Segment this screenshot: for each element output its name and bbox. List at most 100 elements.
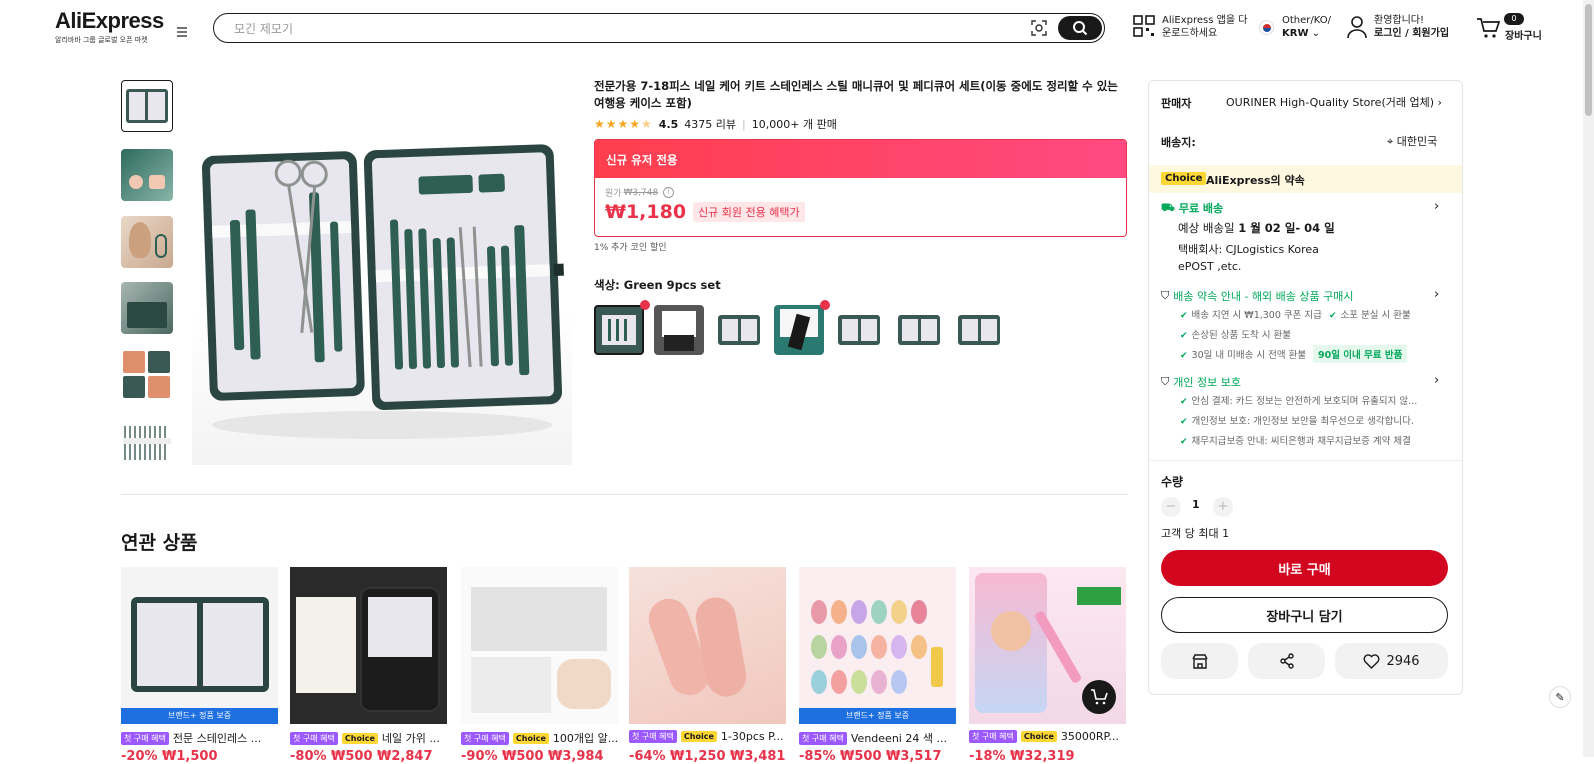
section-divider <box>121 494 1128 495</box>
color-swatch-5[interactable] <box>834 305 884 355</box>
region-currency-selector[interactable]: Other/KO/ KRW ⌄ <box>1282 14 1331 40</box>
related-card-4-image[interactable] <box>629 567 786 724</box>
chevron-right-icon[interactable]: › <box>1434 199 1439 214</box>
related-card-3-image[interactable] <box>461 567 618 724</box>
privacy-row[interactable]: ⛉ 개인 정보 보호 <box>1161 374 1241 390</box>
store-button[interactable] <box>1161 643 1238 679</box>
related-card-6-title[interactable]: 첫 구매 혜택 Choice 35000RP... <box>969 730 1119 743</box>
add-to-cart-button[interactable]: 장바구니 담기 <box>1161 597 1448 633</box>
quantity-limit: 고객 당 최대 1 <box>1161 527 1230 540</box>
cart-label[interactable]: 장바구니 <box>1505 27 1542 42</box>
wishlist-button[interactable]: 2946 <box>1335 643 1448 679</box>
color-swatch-4[interactable] <box>774 305 824 355</box>
shield-check-icon: ⛉ <box>1161 375 1170 388</box>
guide-item-4: ✔ 30일 내 미배송 시 전액 환불 <box>1180 350 1307 361</box>
info-icon[interactable]: i <box>663 187 675 198</box>
chevron-down-icon: ⌄ <box>1311 28 1321 39</box>
share-button[interactable] <box>1248 643 1325 679</box>
color-swatch-7[interactable] <box>954 305 1004 355</box>
related-card-2-image[interactable] <box>290 567 447 724</box>
related-card-3-title[interactable]: 첫 구매 혜택 Choice 100개입 알... <box>461 730 618 746</box>
panel-divider <box>1149 460 1462 461</box>
share-icon <box>1279 653 1294 669</box>
hot-icon <box>640 300 650 310</box>
location-pin-icon: ⌖ <box>1387 135 1394 148</box>
user-icon[interactable] <box>1346 15 1368 43</box>
quantity-value[interactable]: 1 <box>1192 498 1200 511</box>
free-return-badge: 90일 이내 무료 반품 <box>1313 345 1408 363</box>
truck-icon: ⛟ <box>1161 200 1175 214</box>
heart-icon <box>1363 653 1380 669</box>
review-count[interactable]: 4375 리뷰 <box>684 116 736 132</box>
color-swatch-2[interactable] <box>654 305 704 355</box>
brand-badge: 브랜드+ 정품 보증 <box>121 708 278 724</box>
related-card-1-title[interactable]: 첫 구매 혜택 전문 스테인레스 ... <box>121 730 261 746</box>
search-icon <box>1073 21 1088 36</box>
deal-banner: 신규 유저 전용 <box>595 140 1126 178</box>
seller-name[interactable]: OURINER High-Quality Store(거래 업체) › <box>1226 94 1442 110</box>
promise-title: AliExpress의 약속 <box>1206 174 1305 187</box>
cart-icon[interactable] <box>1476 17 1501 43</box>
related-products-title: 연관 상품 <box>121 532 198 554</box>
search-bar[interactable]: 모긴 제모기 <box>213 13 1105 43</box>
main-product-image[interactable] <box>192 80 572 465</box>
color-swatch-1[interactable] <box>594 305 644 355</box>
brand-badge: 브랜드+ 정품 보증 <box>799 708 956 724</box>
original-price: ₩3,748 <box>623 187 659 198</box>
app-download-qr-icon[interactable] <box>1133 15 1155 41</box>
new-user-deal-box: 신규 유저 전용 원가 ₩3,748 i ₩1,180 신규 회원 전용 혜택가 <box>594 139 1127 237</box>
chevron-right-icon[interactable]: › <box>1434 287 1439 302</box>
sold-count: 10,000+ 개 판매 <box>751 118 837 131</box>
thumbnail-1[interactable] <box>121 80 173 132</box>
related-card-4-title[interactable]: 첫 구매 혜택 Choice 1-30pcs P... <box>629 730 784 743</box>
thumbnail-5[interactable] <box>121 349 173 401</box>
rating-value: 4.5 <box>658 117 679 131</box>
buy-now-button[interactable]: 바로 구매 <box>1161 550 1448 586</box>
add-to-cart-icon[interactable] <box>1082 680 1116 714</box>
thumbnail-6[interactable] <box>121 416 173 468</box>
search-input[interactable]: 모긴 제모기 <box>234 20 293 37</box>
privacy-item-2: ✔ 개인정보 보호: 개인정보 보안을 최우선으로 생각합니다. <box>1180 416 1414 427</box>
thumbnail-4[interactable] <box>121 282 173 334</box>
shipping-guide-row[interactable]: ⛉ 배송 약속 안내 - 해외 배송 상품 구매시 <box>1161 288 1354 304</box>
quantity-decrease-button[interactable]: − <box>1161 497 1181 517</box>
thumbnail-2[interactable] <box>121 149 173 201</box>
seller-label: 판매자 <box>1161 97 1192 110</box>
edit-pencil-icon[interactable]: ✎ <box>1549 686 1571 708</box>
thumbnail-3[interactable] <box>121 216 173 268</box>
cart-count-badge: 0 <box>1504 13 1524 25</box>
guide-item-1: ✔ 배송 지연 시 ₩1,300 쿠폰 지급 <box>1180 310 1322 321</box>
related-card-5-title[interactable]: 첫 구매 혜택 Vendeeni 24 색 ... <box>799 730 947 746</box>
color-swatch-6[interactable] <box>894 305 944 355</box>
account-login[interactable]: 환영합니다! 로그인 / 회원가입 <box>1374 14 1449 40</box>
aliexpress-logo[interactable]: AliExpress 알리바바 그룹 글로벌 오픈 마켓 <box>55 10 164 45</box>
search-button[interactable] <box>1058 16 1102 40</box>
app-download-link[interactable]: AliExpress 앱을 다 운로드하세요 <box>1162 14 1247 40</box>
original-price-label: 원가 <box>605 189 622 199</box>
menu-icon[interactable] <box>172 22 192 42</box>
new-member-badge: 신규 회원 전용 혜택가 <box>693 202 805 222</box>
sale-price: ₩1,180 <box>605 201 687 223</box>
color-label: 색상: Green 9pcs set <box>594 278 721 292</box>
logo-text: AliExpress <box>55 8 164 33</box>
guide-item-2: ✔ 소포 분실 시 환불 <box>1329 310 1411 321</box>
privacy-item-1: ✔ 안심 결제: 카드 정보는 안전하게 보호되며 유출되지 않... <box>1180 396 1418 407</box>
product-title: 전문가용 7-18피스 네일 케어 키트 스테인레스 스틸 매니큐어 및 페디큐… <box>594 79 1118 110</box>
hot-icon <box>820 300 830 310</box>
choice-promise-banner: Choice AliExpress의 약속 <box>1149 165 1462 193</box>
related-card-5-image[interactable]: 브랜드+ 정품 보증 <box>799 567 956 724</box>
related-card-1-image[interactable]: 브랜드+ 정품 보증 <box>121 567 278 724</box>
scrollbar-thumb[interactable] <box>1585 4 1592 116</box>
page-scrollbar[interactable] <box>1583 0 1594 757</box>
color-swatch-3[interactable] <box>714 305 764 355</box>
chevron-right-icon[interactable]: › <box>1434 373 1439 388</box>
rating-stars-icon: ★★★★★ <box>594 117 653 131</box>
quantity-increase-button[interactable]: + <box>1213 497 1233 517</box>
ship-to-selector[interactable]: ⌖ 대한민국 <box>1387 133 1437 149</box>
free-shipping-row[interactable]: ⛟ 무료 배송 <box>1161 200 1223 216</box>
chevron-right-icon: › <box>1437 96 1442 109</box>
related-card-2-title[interactable]: 첫 구매 혜택 Choice 네일 가위 ... <box>290 730 440 746</box>
store-icon <box>1191 653 1208 669</box>
image-search-icon[interactable] <box>1030 19 1048 37</box>
rating-row: ★★★★★ 4.5 4375 리뷰 | 10,000+ 개 판매 <box>594 116 837 132</box>
